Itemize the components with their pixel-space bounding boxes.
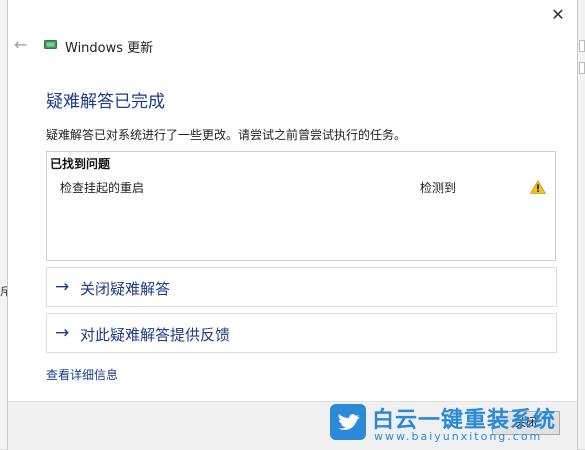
twitter-bird-icon [330,404,366,440]
issues-header: 已找到问题 [50,157,111,171]
background-window-control [579,62,585,74]
background-window-left [0,0,8,449]
watermark: 白云一键重装系统 www.baiyunxitong.com [330,402,580,446]
page-title: 疑难解答已完成 [46,92,165,112]
arrow-right-icon: → [55,323,70,343]
close-troubleshooter-button[interactable]: → 关闭疑难解答 [46,267,557,307]
provide-feedback-button[interactable]: → 对此疑难解答提供反馈 [46,313,557,353]
watermark-url: www.baiyunxitong.com [374,430,543,443]
provide-feedback-label: 对此疑难解答提供反馈 [80,326,231,344]
view-details-link[interactable]: 查看详细信息 [46,366,118,383]
background-window-control [579,40,585,52]
issue-name: 检查挂起的重启 [60,181,145,195]
navigation-row: ← Windows 更新 [8,34,577,58]
troubleshooter-window: ✕ ← Windows 更新 疑难解答已完成 疑难解答已对系统进行了一些更改。请… [8,0,577,450]
close-troubleshooter-label: 关闭疑难解答 [80,280,171,298]
back-button[interactable]: ← [14,35,27,54]
issue-status: 检测到 [420,181,457,195]
page-description: 疑难解答已对系统进行了一些更改。请尝试之前曾尝试执行的任务。 [46,128,407,142]
warning-icon [530,180,546,194]
close-window-button[interactable]: ✕ [549,6,567,24]
background-window-right [577,0,585,449]
title-bar: ✕ [8,0,577,30]
windows-update-icon [44,40,57,49]
arrow-right-icon: → [55,277,70,297]
issues-list: 已找到问题 检查挂起的重启 检测到 [46,151,556,261]
app-title: Windows 更新 [65,41,154,56]
